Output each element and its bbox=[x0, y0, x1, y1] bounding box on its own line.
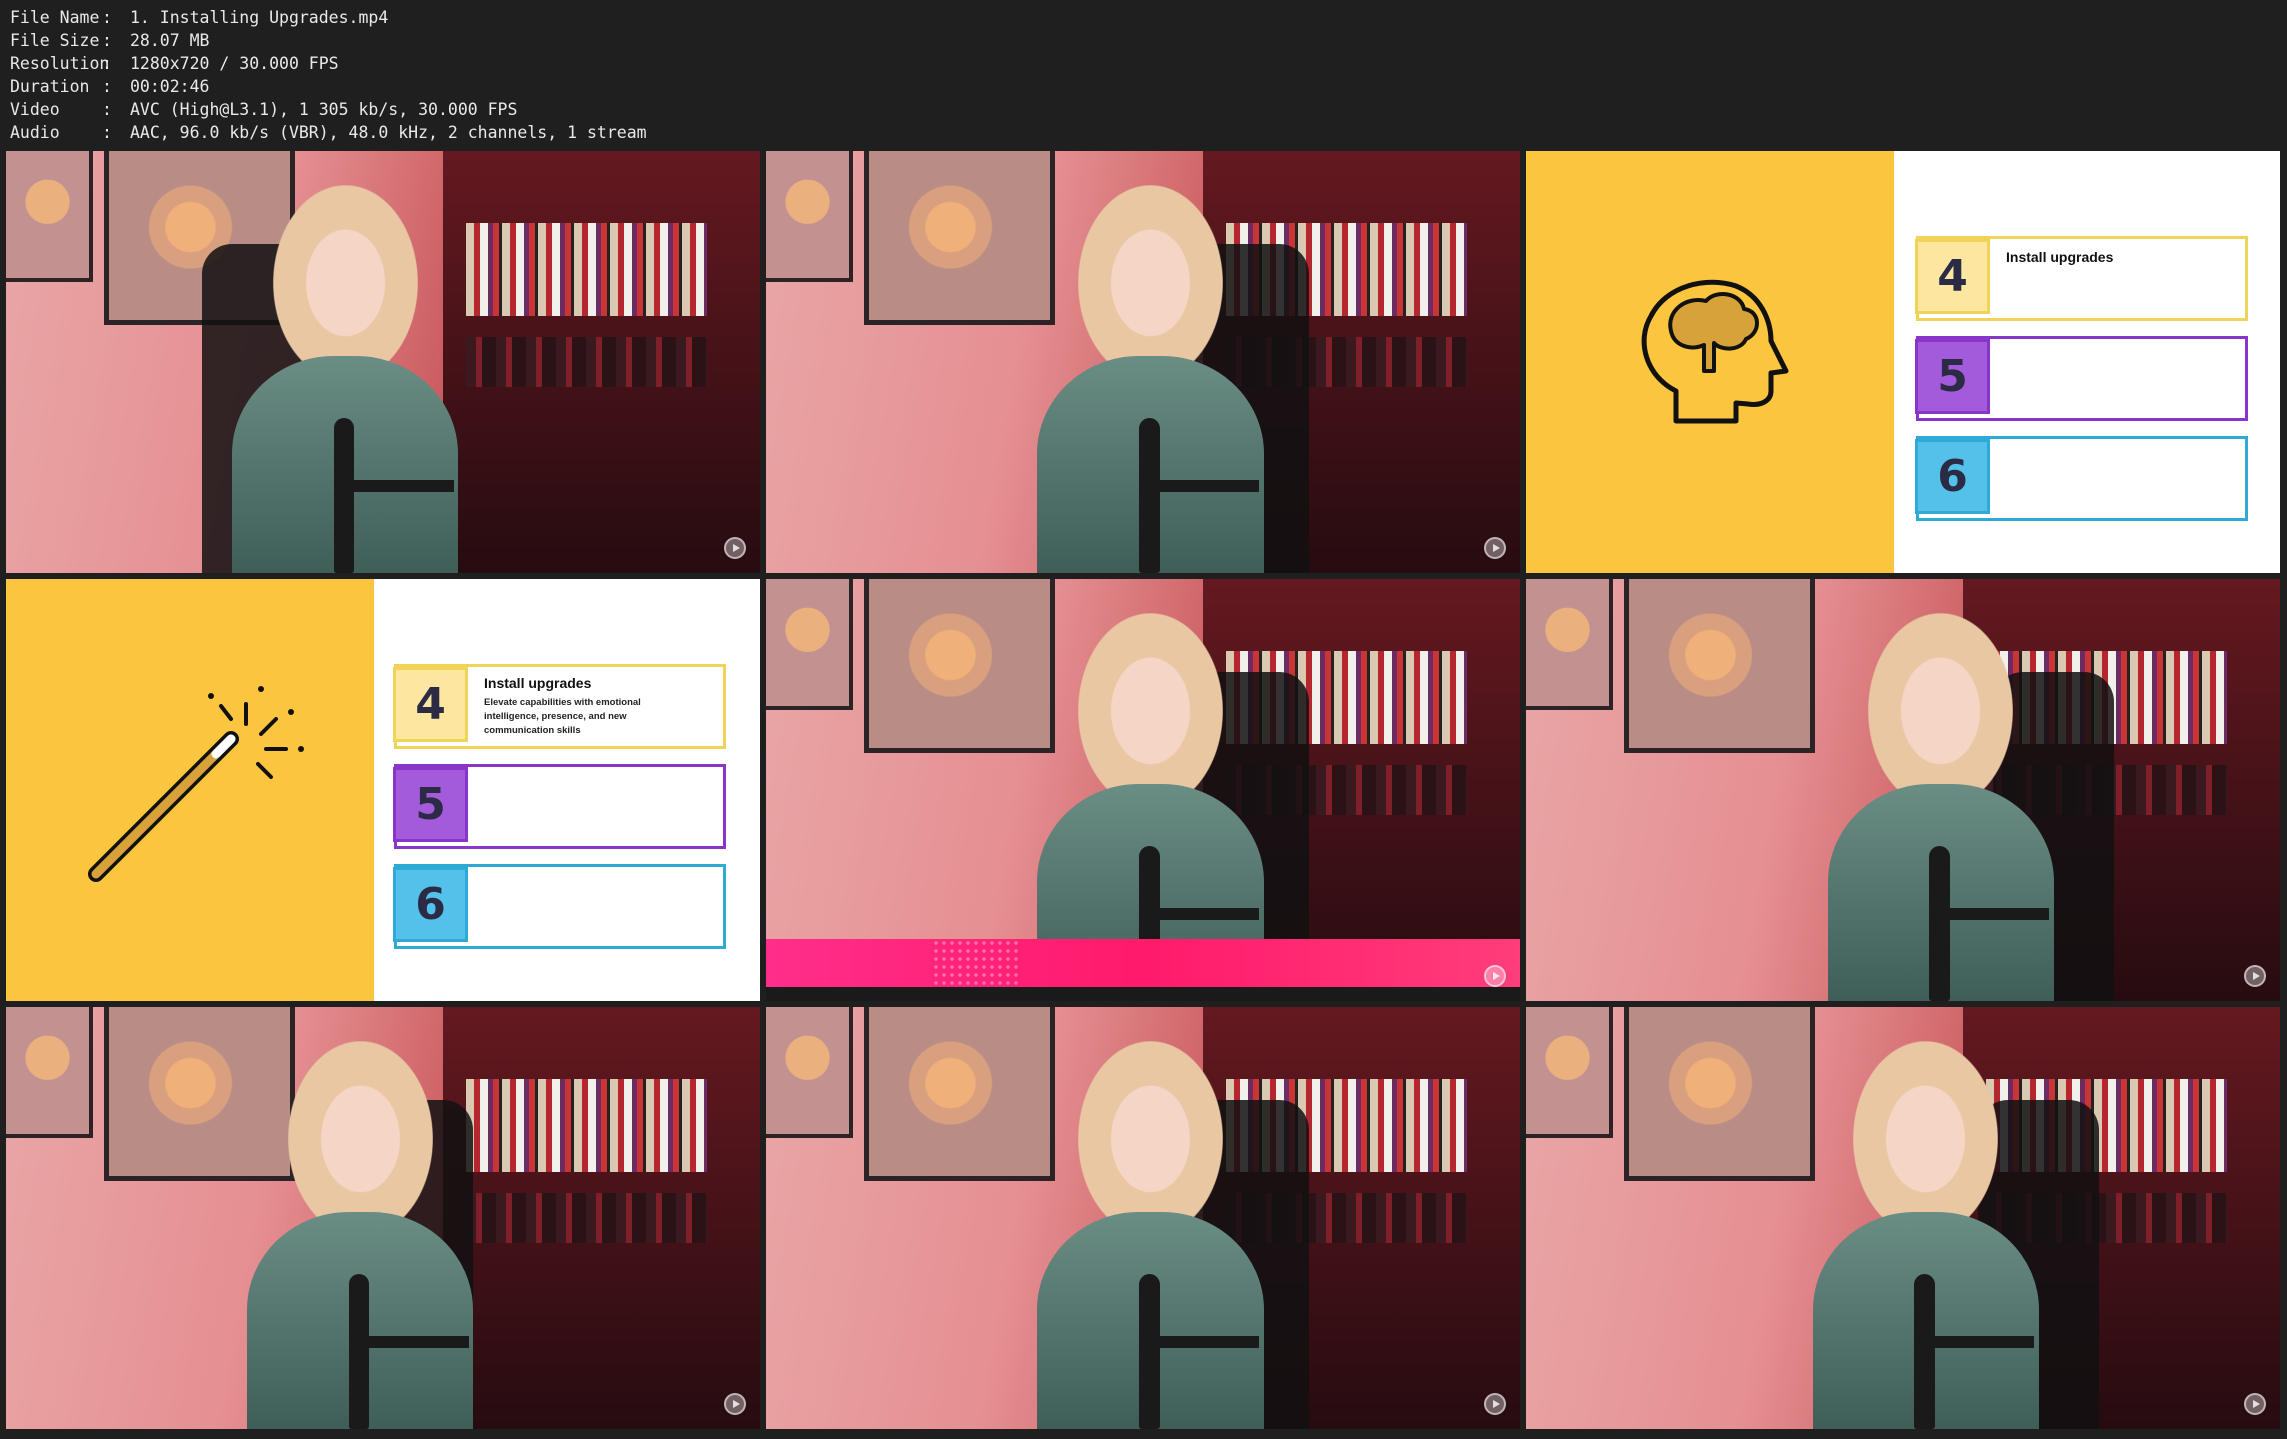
meta-value: 1. Installing Upgrades.mp4 bbox=[130, 8, 389, 27]
wall-painting bbox=[6, 1007, 93, 1138]
wall-painting bbox=[766, 1007, 853, 1138]
watermark-icon bbox=[724, 965, 746, 987]
meta-row-resolution: Resolution:1280x720 / 30.000 FPS bbox=[10, 52, 2287, 75]
microphone bbox=[1929, 845, 1950, 1001]
presenter-head bbox=[1868, 612, 2014, 792]
mic-arm bbox=[1150, 907, 1260, 920]
thumbnail-grid: 4 Install upgrades 5 6 4 Install upgrade… bbox=[6, 151, 2282, 1433]
watermark-icon bbox=[1484, 1393, 1506, 1415]
step-title: Install upgrades bbox=[484, 675, 592, 691]
presenter-head bbox=[1078, 612, 1223, 792]
presenter bbox=[1827, 612, 2054, 1001]
wall-painting bbox=[864, 579, 1055, 753]
presenter-head bbox=[1078, 1040, 1223, 1220]
meta-separator: : bbox=[102, 123, 112, 142]
meta-row-audio: Audio: AAC, 96.0 kb/s (VBR), 48.0 kHz, 2 … bbox=[10, 121, 2287, 144]
meta-row-video: Video: AVC (High@L3.1), 1 305 kb/s, 30.00… bbox=[10, 98, 2287, 121]
meta-row-duration: Duration:00:02:46 bbox=[10, 75, 2287, 98]
meta-key: File Size bbox=[10, 31, 100, 50]
watermark-icon bbox=[2244, 1393, 2266, 1415]
watermark-icon bbox=[1484, 537, 1506, 559]
mic-arm bbox=[1940, 907, 2050, 920]
watermark-icon bbox=[2244, 537, 2266, 559]
step-title: Install upgrades bbox=[2006, 249, 2114, 265]
meta-separator: : bbox=[102, 100, 112, 119]
video-frame-1 bbox=[6, 151, 760, 573]
mic-arm bbox=[1150, 479, 1260, 492]
step-number-5: 5 bbox=[1915, 339, 1990, 414]
step-number-4: 4 bbox=[393, 667, 468, 742]
presenter bbox=[1037, 184, 1264, 573]
meta-value: 1280x720 / 30.000 FPS bbox=[130, 54, 339, 73]
mic-arm bbox=[360, 1335, 469, 1348]
watermark-icon bbox=[1484, 965, 1506, 987]
meta-row-file-size: File Size:28.07 MB bbox=[10, 29, 2287, 52]
video-frame-3-slide: 4 Install upgrades 5 6 bbox=[1526, 151, 2280, 573]
meta-separator: : bbox=[102, 8, 112, 27]
meta-value: 00:02:46 bbox=[130, 77, 210, 96]
meta-key: File Name bbox=[10, 8, 100, 27]
video-frame-8 bbox=[766, 1007, 1520, 1429]
meta-value: AVC (High@L3.1), 1 305 kb/s, 30.000 FPS bbox=[130, 100, 518, 119]
meta-value: 28.07 MB bbox=[130, 31, 210, 50]
step-description: Elevate capabilities with emotional inte… bbox=[484, 697, 641, 736]
video-frame-7 bbox=[6, 1007, 760, 1429]
presenter-head bbox=[1078, 184, 1223, 364]
microphone bbox=[1139, 1273, 1160, 1429]
microphone bbox=[333, 417, 355, 573]
mic-arm bbox=[1925, 1335, 2035, 1348]
media-info-header: File Name:1. Installing Upgrades.mp4 Fil… bbox=[0, 0, 2287, 148]
wall-painting bbox=[1624, 1007, 1815, 1181]
wall-painting bbox=[864, 151, 1055, 325]
microphone bbox=[349, 1273, 370, 1429]
wall-painting bbox=[1624, 579, 1815, 753]
step-number-5: 5 bbox=[393, 767, 468, 842]
wall-painting bbox=[864, 1007, 1055, 1181]
video-frame-6 bbox=[1526, 579, 2280, 1001]
video-frame-5 bbox=[766, 579, 1520, 1001]
presenter bbox=[1812, 1040, 2039, 1429]
video-frame-2 bbox=[766, 151, 1520, 573]
wall-painting bbox=[766, 151, 853, 282]
books bbox=[465, 336, 708, 388]
meta-row-file-name: File Name:1. Installing Upgrades.mp4 bbox=[10, 6, 2287, 29]
presenter bbox=[232, 184, 459, 573]
wall-painting bbox=[1526, 579, 1613, 710]
meta-key: Video bbox=[10, 100, 60, 119]
mic-arm bbox=[1150, 1335, 1260, 1348]
step-number-6: 6 bbox=[393, 867, 468, 942]
video-frame-4-slide: 4 Install upgrades Elevate capabilities … bbox=[6, 579, 760, 1001]
watermark-icon bbox=[724, 537, 746, 559]
video-frame-9 bbox=[1526, 1007, 2280, 1429]
lower-third-banner bbox=[766, 939, 1520, 987]
presenter-head bbox=[287, 1040, 433, 1220]
mic-arm bbox=[345, 479, 454, 492]
brain-head-icon bbox=[1641, 279, 1789, 424]
microphone bbox=[1914, 1273, 1935, 1429]
meta-key: Audio bbox=[10, 123, 60, 142]
meta-key: Duration bbox=[10, 77, 90, 96]
microphone bbox=[1139, 417, 1160, 573]
watermark-icon bbox=[724, 1393, 746, 1415]
step-number-6: 6 bbox=[1915, 439, 1990, 514]
meta-separator: : bbox=[102, 31, 112, 50]
wall-painting bbox=[766, 579, 853, 710]
wall-painting bbox=[6, 151, 93, 282]
meta-separator: : bbox=[102, 77, 112, 96]
step-number-4: 4 bbox=[1915, 239, 1990, 314]
books bbox=[465, 222, 708, 316]
presenter-head bbox=[272, 184, 418, 364]
presenter-head bbox=[1853, 1040, 1998, 1220]
meta-key: Resolution bbox=[10, 54, 110, 73]
meta-separator: : bbox=[102, 54, 112, 73]
presenter bbox=[1037, 1040, 1264, 1429]
meta-value: AAC, 96.0 kb/s (VBR), 48.0 kHz, 2 channe… bbox=[130, 123, 647, 142]
wall-painting bbox=[1526, 1007, 1613, 1138]
watermark-icon bbox=[2244, 965, 2266, 987]
banner-shadow bbox=[766, 987, 1520, 1001]
magic-wand-icon bbox=[88, 686, 304, 882]
presenter bbox=[247, 1040, 474, 1429]
books bbox=[465, 1192, 708, 1244]
books bbox=[465, 1078, 708, 1172]
